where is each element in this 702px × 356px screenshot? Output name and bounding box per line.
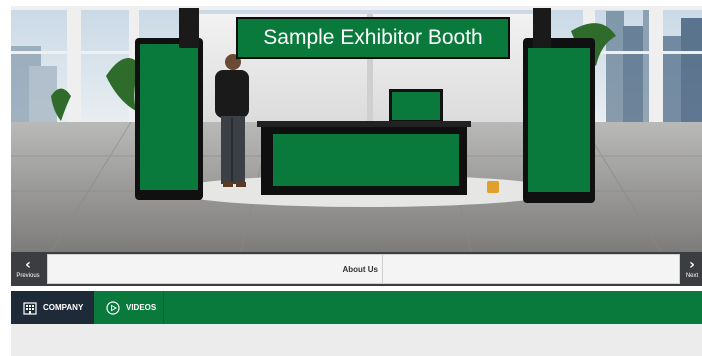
chevron-right-icon: › <box>689 257 695 273</box>
previous-label: Previous <box>16 273 40 279</box>
booth-scene: Sample Exhibitor Booth <box>11 6 702 252</box>
menu-company[interactable]: COMPANY <box>11 291 94 324</box>
menu-company-label: COMPANY <box>43 303 84 312</box>
tab-navigation-strip: ‹ Previous About Us › Next <box>11 252 702 286</box>
next-button[interactable]: › Next <box>682 252 702 286</box>
tabs-container: About Us <box>47 254 680 284</box>
building-icon <box>23 301 37 315</box>
chevron-left-icon: ‹ <box>25 257 31 273</box>
content-area <box>11 324 702 356</box>
play-circle-icon <box>106 300 120 315</box>
next-label: Next <box>685 273 699 279</box>
booth-page: Sample Exhibitor Booth ‹ Previous About … <box>0 0 702 356</box>
tab-about-us[interactable]: About Us <box>48 255 383 283</box>
menu-videos-label: VIDEOS <box>126 303 157 312</box>
previous-button[interactable]: ‹ Previous <box>11 252 45 286</box>
bottom-menu-bar: COMPANY VIDEOS <box>11 291 702 324</box>
tab-empty <box>383 255 679 283</box>
booth-title-banner: Sample Exhibitor Booth <box>236 17 510 59</box>
tab-about-us-label: About Us <box>342 264 378 274</box>
menu-videos[interactable]: VIDEOS <box>94 291 164 324</box>
